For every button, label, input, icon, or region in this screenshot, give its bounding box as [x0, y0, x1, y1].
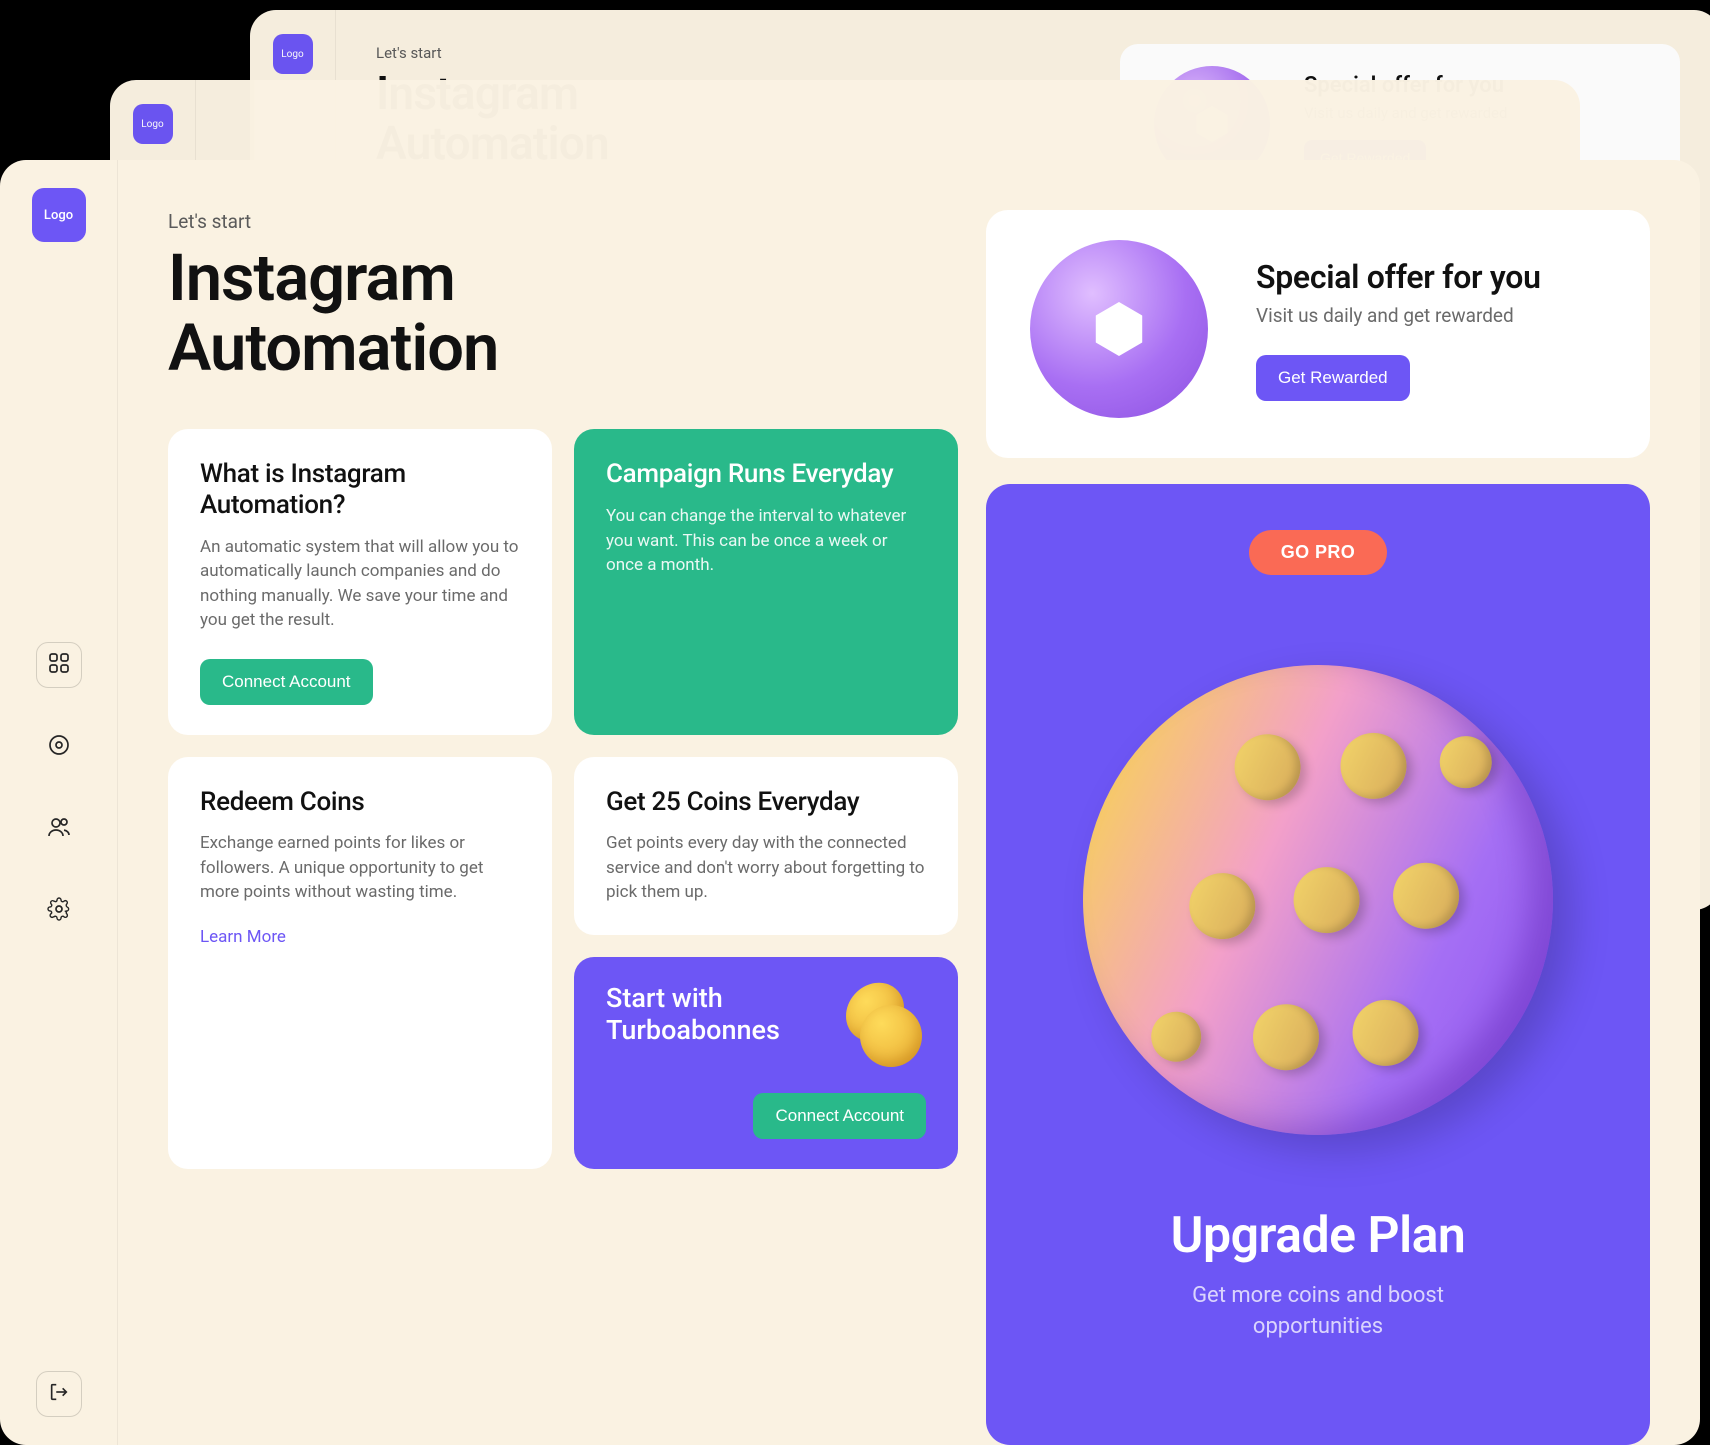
nav-users[interactable]: [36, 806, 82, 852]
gear-icon: [47, 897, 71, 925]
redeem-card: Redeem Coins Exchange earned points for …: [168, 757, 552, 1169]
nav-dashboard[interactable]: [36, 642, 82, 688]
what-is-card: What is Instagram Automation? An automat…: [168, 429, 552, 734]
disc-illustration: [1083, 665, 1553, 1135]
logout-button[interactable]: [36, 1371, 82, 1417]
sidebar: Logo: [0, 160, 118, 1445]
coins-25-card: Get 25 Coins Everyday Get points every d…: [574, 757, 958, 935]
grid-icon: [47, 651, 71, 679]
header-prelabel: Let's start: [376, 44, 1096, 62]
upgrade-title: Upgrade Plan: [1171, 1207, 1466, 1265]
card-title: Get 25 Coins Everyday: [606, 787, 926, 818]
page-title: InstagramAutomation: [168, 243, 958, 383]
card-desc: Get points every day with the connected …: [606, 831, 926, 904]
card-title: What is Instagram Automation?: [200, 459, 520, 520]
nav-settings[interactable]: [36, 888, 82, 934]
main-content: Let's start InstagramAutomation What is …: [118, 160, 1700, 1445]
turbo-card: Start withTurboabonnes Connect Account: [574, 957, 958, 1169]
offer-subtitle: Visit us daily and get rewarded: [1256, 304, 1606, 327]
sidebar-nav: [36, 642, 82, 934]
card-desc: An automatic system that will allow you …: [200, 535, 520, 633]
offer-card: Special offer for you Visit us daily and…: [986, 210, 1650, 458]
logout-icon: [48, 1381, 70, 1407]
connect-account-button[interactable]: Connect Account: [200, 659, 373, 705]
app-window: Logo: [0, 160, 1700, 1445]
card-title: Redeem Coins: [200, 787, 520, 818]
torus-illustration: [1030, 240, 1208, 418]
get-rewarded-button[interactable]: Get Rewarded: [1256, 355, 1410, 401]
learn-more-link[interactable]: Learn More: [200, 927, 286, 947]
upgrade-subtitle: Get more coins and boost opportunities: [1138, 1281, 1498, 1343]
header-prelabel: Let's start: [168, 210, 958, 233]
logo: Logo: [133, 104, 173, 144]
upgrade-card: GO PRO Upgrade Plan Get mor: [986, 484, 1650, 1445]
nav-target[interactable]: [36, 724, 82, 770]
offer-title: Special offer for you: [1256, 258, 1606, 296]
users-icon: [47, 815, 71, 843]
logo: Logo: [273, 34, 313, 74]
card-desc: Exchange earned points for likes or foll…: [200, 831, 520, 904]
card-title: Start withTurboabonnes: [606, 983, 780, 1047]
campaign-card: Campaign Runs Everyday You can change th…: [574, 429, 958, 734]
coins-illustration: [838, 983, 926, 1071]
logo[interactable]: Logo: [32, 188, 86, 242]
go-pro-button[interactable]: GO PRO: [1249, 530, 1387, 575]
target-icon: [47, 733, 71, 761]
card-title: Campaign Runs Everyday: [606, 459, 926, 490]
card-desc: You can change the interval to whatever …: [606, 504, 926, 577]
connect-account-button[interactable]: Connect Account: [753, 1093, 926, 1139]
